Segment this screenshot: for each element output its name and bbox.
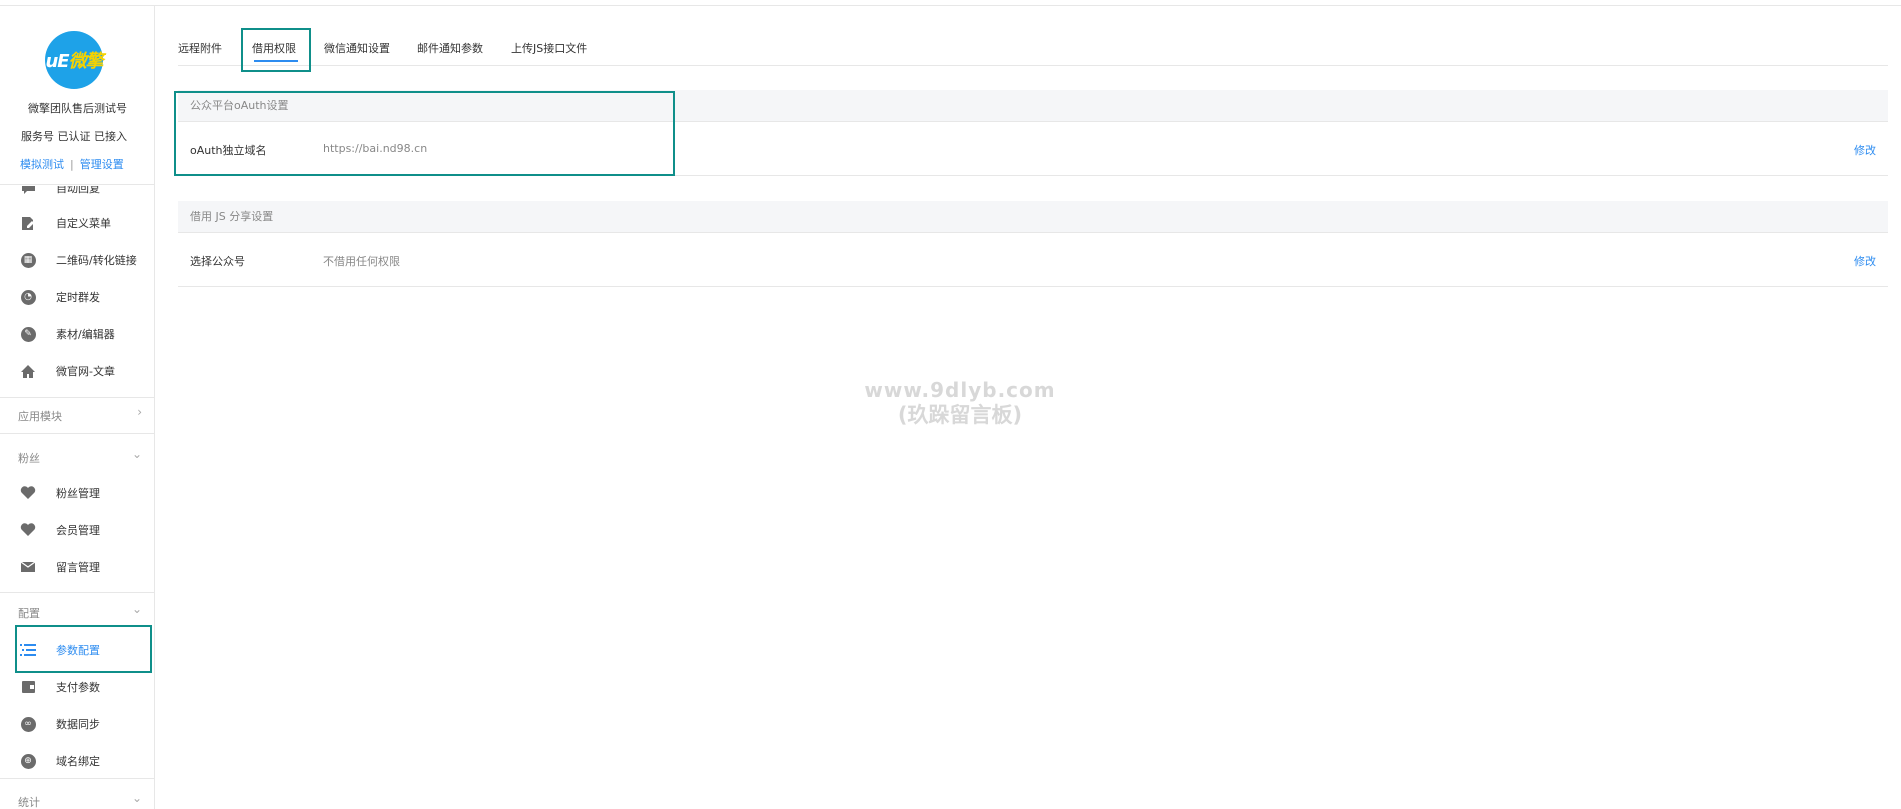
tab-upload-js-file[interactable]: 上传JS接口文件 bbox=[511, 40, 587, 56]
account-links: 模拟测试 | 管理设置 bbox=[20, 156, 124, 172]
tab-wechat-notify[interactable]: 微信通知设置 bbox=[324, 40, 390, 56]
link-separator: | bbox=[70, 158, 74, 171]
chevron-down-icon: ⌄ bbox=[131, 602, 142, 616]
sidebar-divider bbox=[0, 778, 154, 779]
row-label: 选择公众号 bbox=[190, 255, 245, 268]
sidebar-group-config[interactable]: 配置 ⌄ bbox=[0, 595, 154, 629]
edit-oauth-button[interactable]: 修改 bbox=[1854, 142, 1876, 158]
sidebar-item-data-sync[interactable]: ∞ 数据同步 bbox=[0, 707, 154, 741]
sidebar-item-micro-site[interactable]: 微官网-文章 bbox=[0, 354, 154, 388]
row-value: 不借用任何权限 bbox=[323, 255, 400, 268]
logo-mark: uE微擎 bbox=[45, 51, 103, 72]
sidebar-item-fans-manage[interactable]: 粉丝管理 bbox=[0, 476, 154, 510]
sidebar-group-fans[interactable]: 粉丝 ⌄ bbox=[0, 440, 154, 474]
sidebar-item-domain-bind[interactable]: ⊕ 域名绑定 bbox=[0, 744, 154, 778]
heart-icon bbox=[20, 522, 36, 538]
tab-remote-attachment[interactable]: 远程附件 bbox=[178, 40, 222, 56]
sidebar-item-payment-params[interactable]: 支付参数 bbox=[0, 670, 154, 704]
watermark-line1: www.9dlyb.com bbox=[864, 378, 1056, 402]
document-edit-icon bbox=[20, 215, 36, 231]
link-circle-icon: ∞ bbox=[20, 716, 36, 732]
chevron-right-icon: › bbox=[137, 405, 142, 419]
simulate-test-link[interactable]: 模拟测试 bbox=[20, 158, 64, 171]
sidebar-item-scheduled-send[interactable]: ◔ 定时群发 bbox=[0, 280, 154, 314]
highlight-param-config bbox=[15, 625, 152, 673]
sidebar-divider bbox=[0, 433, 154, 434]
envelope-icon bbox=[20, 559, 36, 575]
sidebar-item-member-manage[interactable]: 会员管理 bbox=[0, 513, 154, 547]
globe-circle-icon: ⊕ bbox=[20, 753, 36, 769]
panel-title: 借用 JS 分享设置 bbox=[178, 201, 1888, 233]
sidebar-item-qrcode[interactable]: ▦ 二维码/转化链接 bbox=[0, 243, 154, 277]
manage-settings-link[interactable]: 管理设置 bbox=[80, 158, 124, 171]
account-logo: uE微擎 bbox=[45, 31, 104, 89]
tab-mail-notify[interactable]: 邮件通知参数 bbox=[417, 40, 483, 56]
sidebar-item-custom-menu[interactable]: 自定义菜单 bbox=[0, 206, 154, 240]
sidebar-divider bbox=[0, 592, 154, 593]
sidebar-item-auto-reply[interactable]: 自动回复 bbox=[0, 171, 154, 205]
sidebar-item-material-editor[interactable]: ✎ 素材/编辑器 bbox=[0, 317, 154, 351]
sidebar-group-stats[interactable]: 统计 ⌄ bbox=[0, 784, 154, 809]
sidebar: uE微擎 微擎团队售后测试号 服务号 已认证 已接入 模拟测试 | 管理设置 自动回… bbox=[0, 6, 155, 809]
account-status: 服务号 已认证 已接入 bbox=[21, 130, 127, 143]
pencil-circle-icon: ✎ bbox=[20, 326, 36, 342]
watermark-line2: (玖跺留言板) bbox=[897, 403, 1023, 427]
clock-user-icon: ◔ bbox=[20, 289, 36, 305]
account-name: 微擎团队售后测试号 bbox=[28, 102, 127, 115]
sidebar-item-message-manage[interactable]: 留言管理 bbox=[0, 550, 154, 584]
js-share-settings-panel: 借用 JS 分享设置 选择公众号 不借用任何权限 修改 bbox=[178, 201, 1888, 287]
top-bar bbox=[0, 0, 1901, 6]
settings-tabs: 远程附件 借用权限 微信通知设置 邮件通知参数 上传JS接口文件 bbox=[178, 30, 1888, 66]
sidebar-divider bbox=[0, 184, 154, 185]
chevron-down-icon: ⌄ bbox=[131, 447, 142, 461]
sidebar-group-apps[interactable]: 应用模块 › bbox=[0, 398, 154, 432]
qrcode-circle-icon: ▦ bbox=[20, 252, 36, 268]
watermark: www.9dlyb.com (玖跺留言板) bbox=[850, 378, 1070, 428]
chevron-down-icon: ⌄ bbox=[131, 791, 142, 805]
highlight-oauth-panel bbox=[174, 91, 675, 176]
js-share-account-row: 选择公众号 不借用任何权限 修改 bbox=[178, 233, 1888, 287]
highlight-active-tab bbox=[241, 28, 311, 72]
edit-js-share-button[interactable]: 修改 bbox=[1854, 253, 1876, 269]
wallet-icon bbox=[20, 679, 36, 695]
heart-check-icon bbox=[20, 485, 36, 501]
home-icon bbox=[20, 363, 36, 379]
